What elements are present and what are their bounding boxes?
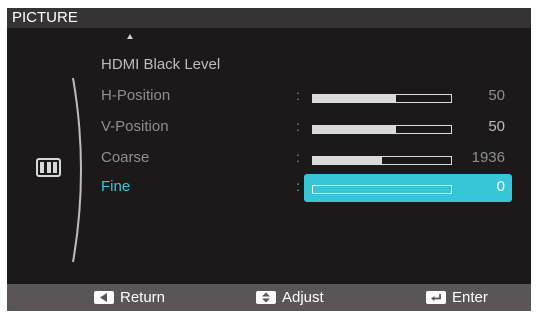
osd-menu: PICTURE HDMI Black Level H-Position : 50… <box>7 8 531 311</box>
fine-value: 0 <box>496 178 505 195</box>
enter-key-icon <box>426 290 446 304</box>
menu-item-v-position[interactable]: V-Position : 50 <box>7 114 531 142</box>
up-down-key-icon <box>256 290 276 304</box>
enter-button[interactable]: Enter <box>426 289 488 307</box>
coarse-slider[interactable] <box>312 156 452 165</box>
v-position-slider[interactable] <box>312 125 452 134</box>
adjust-label: Adjust <box>282 289 324 306</box>
fine-slider[interactable] <box>312 185 452 194</box>
scroll-up-arrow-icon[interactable] <box>127 34 133 39</box>
menu-item-label: H-Position <box>101 87 171 104</box>
slider-fill <box>313 157 382 164</box>
menu-item-label: Coarse <box>101 149 150 166</box>
slider-fill <box>313 126 396 133</box>
h-position-slider[interactable] <box>312 94 452 103</box>
return-button[interactable]: Return <box>94 289 165 307</box>
footer-bar: Return Adjust Enter <box>7 284 531 311</box>
menu-item-label: HDMI Black Level <box>101 56 221 73</box>
return-label: Return <box>120 289 166 306</box>
separator-colon: : <box>296 118 300 134</box>
separator-colon: : <box>296 149 300 165</box>
adjust-button[interactable]: Adjust <box>256 289 324 307</box>
menu-item-fine[interactable]: Fine : 0 <box>7 174 531 202</box>
slider-fill <box>313 95 396 102</box>
separator-colon: : <box>296 178 300 194</box>
menu-item-label: Fine <box>101 178 131 195</box>
menu-title: PICTURE <box>12 9 78 26</box>
separator-colon: : <box>296 87 300 103</box>
coarse-value: 1936 <box>471 149 505 166</box>
h-position-value: 50 <box>488 87 505 104</box>
v-position-value: 50 <box>488 118 505 135</box>
left-arrow-key-icon <box>94 290 114 304</box>
menu-item-h-position[interactable]: H-Position : 50 <box>7 83 531 111</box>
menu-item-coarse[interactable]: Coarse : 1936 <box>7 145 531 173</box>
menu-item-hdmi-black-level[interactable]: HDMI Black Level <box>7 52 531 80</box>
menu-item-label: V-Position <box>101 118 169 135</box>
enter-label: Enter <box>452 289 488 306</box>
title-bar: PICTURE <box>7 8 531 28</box>
